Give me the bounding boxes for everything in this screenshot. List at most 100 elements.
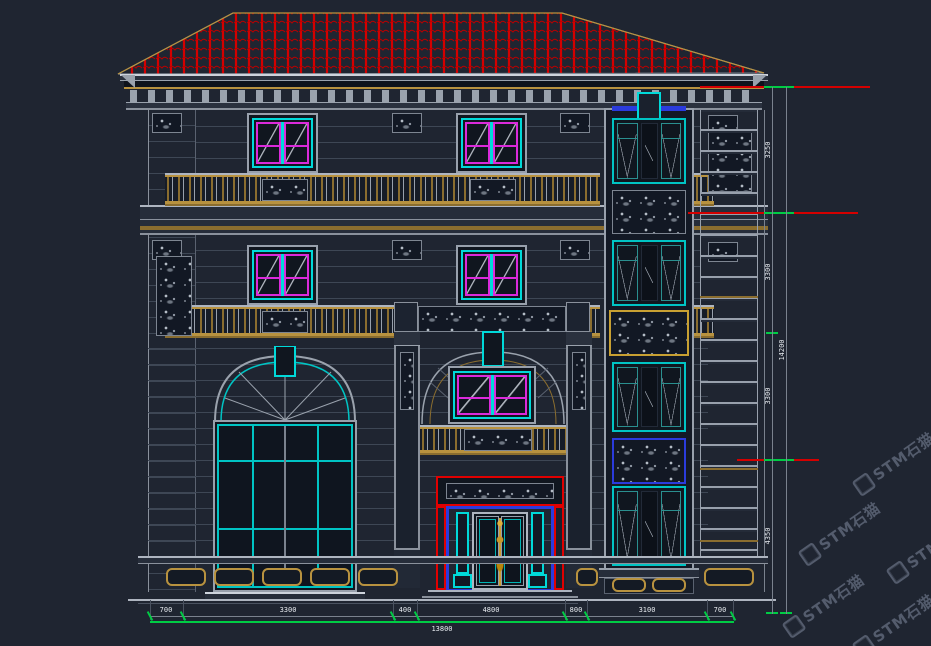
tower-panel-2-gold — [609, 310, 689, 356]
frieze-block-left — [394, 302, 418, 332]
watermark-text: STM石猫 — [798, 569, 868, 627]
balustrade-3f-panel-center — [470, 179, 516, 201]
casement — [617, 245, 638, 301]
door-pilaster-right-base — [528, 574, 547, 588]
dim-label: 4800 — [469, 605, 513, 615]
sash — [493, 122, 518, 164]
pilaster-ornament — [400, 352, 414, 410]
tower-window-1 — [612, 118, 686, 184]
door-lintel-carving — [446, 483, 554, 499]
sash — [256, 254, 281, 296]
glass — [641, 491, 658, 561]
balcony-panel — [464, 429, 532, 451]
plinth-panel — [310, 568, 350, 586]
door-pilaster-left-base — [453, 574, 472, 588]
window-2f-left — [247, 245, 318, 305]
dim-label-total-width: 13800 — [420, 624, 464, 634]
casement — [661, 245, 682, 301]
door-pilaster-left — [456, 512, 469, 574]
watermark: STM石猫 — [884, 515, 931, 586]
capital-3f-c — [560, 113, 590, 133]
watermark: STM石猫 — [780, 569, 868, 640]
plinth-panel — [166, 568, 206, 586]
plinth-panel — [576, 568, 598, 586]
plinth-panel — [214, 568, 254, 586]
casement — [617, 123, 638, 179]
casement — [661, 491, 682, 561]
pilaster-ornament — [572, 352, 586, 410]
window-3f-center — [456, 113, 527, 173]
tower-window-4 — [612, 486, 686, 566]
watermark-text: STM石猫 — [902, 515, 931, 573]
casement — [617, 367, 638, 427]
tower-sill — [599, 568, 699, 578]
level-tick — [764, 86, 794, 88]
watermark-text: STM石猫 — [868, 589, 931, 646]
ground-line — [128, 599, 776, 601]
dim-label: 800 — [554, 605, 598, 615]
sash — [465, 122, 490, 164]
watermark: STM石猫 — [796, 497, 884, 568]
quoin-pier — [700, 110, 758, 556]
tower-panel-1 — [612, 190, 686, 234]
dim-label: 700 — [698, 605, 742, 615]
plinth-panel — [704, 568, 754, 586]
cad-canvas: 3250 3300 3300 4350 14200 700 3300 400 4… — [0, 0, 931, 646]
tower-keystone — [637, 92, 661, 120]
quoin-gold-2 — [700, 468, 758, 470]
glass — [641, 367, 658, 427]
level-tick — [764, 212, 794, 214]
window-2f-center — [456, 245, 527, 305]
watermark-text: STM石猫 — [868, 427, 931, 485]
watermark: STM石猫 — [850, 589, 931, 646]
dim-label: 3100 — [625, 605, 669, 615]
dim-label: 4350 — [763, 514, 773, 558]
sash — [284, 122, 309, 164]
dim-label: 3250 — [763, 128, 773, 172]
dim-label: 400 — [383, 605, 427, 615]
tower-window-3 — [612, 362, 686, 432]
quoin-gold-3 — [700, 540, 758, 542]
sash — [457, 375, 491, 415]
dim-label: 3300 — [763, 250, 773, 294]
level-tick — [764, 459, 794, 461]
door-handle-ornament — [492, 518, 508, 586]
window-3f-left — [247, 113, 318, 173]
glass — [641, 123, 658, 179]
dentil-row — [130, 90, 758, 102]
dim-label: 3300 — [763, 374, 773, 418]
ground-line-2 — [138, 603, 578, 604]
eave-soffit — [124, 81, 764, 89]
capital-3f-b — [392, 113, 422, 133]
dim-line-total-width — [150, 621, 734, 623]
plinth-panel — [358, 568, 398, 586]
tower-window-2 — [612, 240, 686, 306]
pilaster-base — [394, 548, 420, 588]
dim-label: 700 — [144, 605, 188, 615]
sash — [494, 375, 528, 415]
casement — [661, 367, 682, 427]
door-jamb-left — [436, 506, 446, 590]
plinth-panel — [612, 578, 646, 592]
eave-fascia — [120, 74, 768, 81]
door-step-1 — [428, 590, 572, 594]
tower-panel-3-blue — [612, 438, 686, 484]
frieze-block-right — [566, 302, 590, 332]
plinth-panel — [262, 568, 302, 586]
arched-window-head — [209, 346, 361, 424]
entrance-frieze — [418, 306, 566, 332]
balustrade-3f-panel-left — [262, 179, 308, 201]
capital-2f-b — [392, 240, 422, 260]
balustrade-2f-panel — [262, 311, 308, 333]
casement — [661, 123, 682, 179]
window-mezzanine — [448, 366, 536, 424]
dim-label: 3300 — [266, 605, 310, 615]
capital-3f-a — [152, 113, 182, 133]
glass — [641, 245, 658, 301]
quoin-gold-1 — [700, 296, 758, 298]
sash — [284, 254, 309, 296]
sash — [493, 254, 518, 296]
dim-label-total-height: 14200 — [777, 328, 787, 372]
watermark: STM石猫 — [850, 427, 931, 498]
door-jamb-right — [554, 506, 564, 590]
